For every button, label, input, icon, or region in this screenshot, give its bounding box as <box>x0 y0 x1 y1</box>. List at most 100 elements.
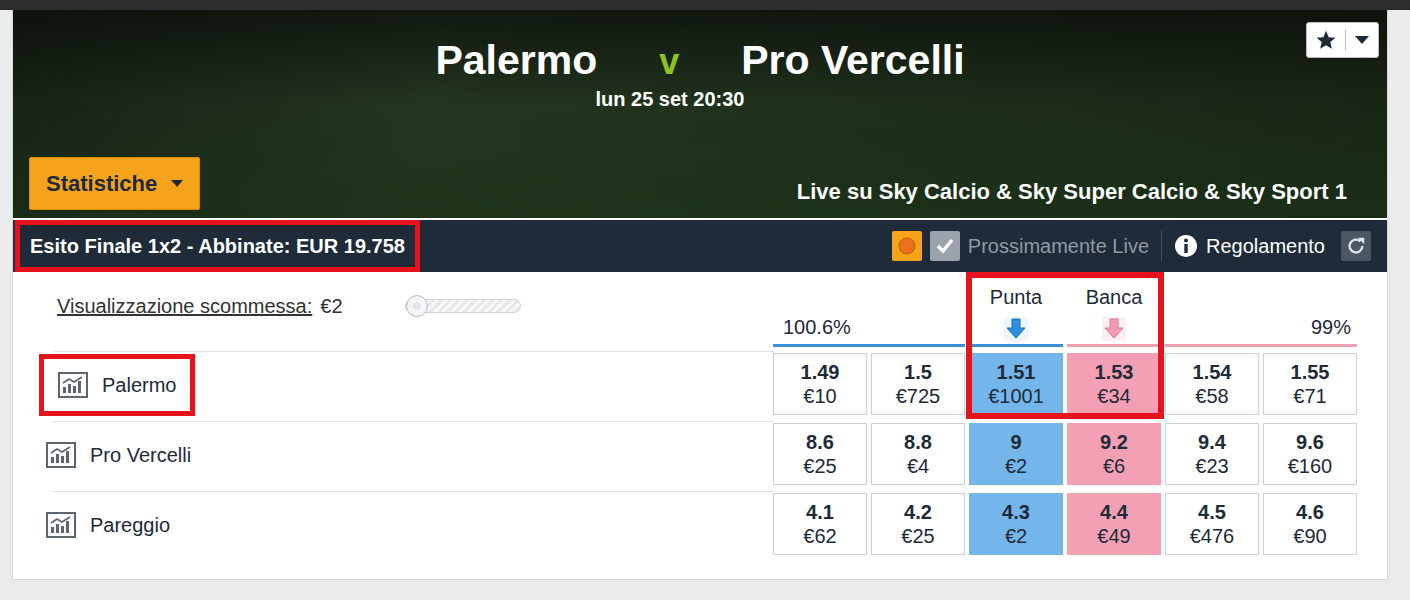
price-amount: €34 <box>1097 384 1130 408</box>
price-amount: €10 <box>803 384 836 408</box>
header-footer: Statistiche Live su Sky Calcio & Sky Supe… <box>13 157 1387 218</box>
runner-name[interactable]: Palermo <box>102 370 176 400</box>
price-cell[interactable]: 4.3€2 <box>969 493 1063 555</box>
price-amount: €725 <box>896 384 941 408</box>
market-bar: Esito Finale 1x2 - Abbinate: EUR 19.758 P… <box>13 220 1387 272</box>
price-odds: 8.6 <box>806 430 834 454</box>
in-play-soon-label: Prossimamente Live <box>968 231 1149 261</box>
divider <box>1345 30 1346 50</box>
price-cell[interactable]: 1.55€71 <box>1263 353 1357 415</box>
price-odds: 9 <box>1010 430 1021 454</box>
price-cell[interactable]: 9.2€6 <box>1067 423 1161 485</box>
price-amount: €1001 <box>988 384 1044 408</box>
price-odds: 4.5 <box>1198 500 1226 524</box>
price-cell[interactable]: 9.6€160 <box>1263 423 1357 485</box>
runner-label: Pro Vercelli <box>39 424 210 486</box>
price-cell[interactable]: 1.54€58 <box>1165 353 1259 415</box>
price-amount: €49 <box>1097 524 1130 548</box>
runner-label: Pareggio <box>39 494 189 556</box>
price-odds: 9.6 <box>1296 430 1324 454</box>
market-title: Esito Finale 1x2 - Abbinate: EUR 19.758 <box>15 220 420 272</box>
runner-name[interactable]: Pro Vercelli <box>90 440 191 470</box>
price-amount: €90 <box>1293 524 1326 548</box>
star-icon <box>1315 29 1337 51</box>
price-cell[interactable]: 8.6€25 <box>773 423 867 485</box>
price-cell[interactable]: 4.1€62 <box>773 493 867 555</box>
divider <box>1161 231 1162 261</box>
caret-icon <box>171 180 183 187</box>
back-percent: 100.6% <box>773 272 965 347</box>
chart-icon[interactable] <box>46 442 76 468</box>
broadcast-info: Live su Sky Calcio & Sky Super Calcio & … <box>797 175 1347 208</box>
price-odds: 4.6 <box>1296 500 1324 524</box>
back-label: Punta <box>990 282 1042 312</box>
price-amount: €58 <box>1195 384 1228 408</box>
price-cell[interactable]: 4.6€90 <box>1263 493 1357 555</box>
home-team: Palermo <box>435 36 597 84</box>
stake-selector: Visualizzazione scommessa:€2 <box>39 272 769 347</box>
price-odds: 9.4 <box>1198 430 1226 454</box>
price-cell[interactable]: 4.4€49 <box>1067 493 1161 555</box>
page: PalermovPro Vercellilun 25 set 20:30 Stat… <box>0 10 1410 580</box>
statistics-label: Statistiche <box>46 167 157 200</box>
in-play-icon <box>892 231 922 261</box>
price-odds: 1.54 <box>1193 360 1232 384</box>
rules-link[interactable]: Regolamento <box>1206 231 1325 261</box>
statistics-button[interactable]: Statistiche <box>29 157 200 210</box>
runner-label: Palermo <box>39 354 195 416</box>
chart-icon[interactable] <box>46 512 76 538</box>
price-odds: 1.53 <box>1095 360 1134 384</box>
price-amount: €6 <box>1103 454 1125 478</box>
away-team: Pro Vercelli <box>741 36 964 84</box>
price-cell[interactable]: 1.5€725 <box>871 353 965 415</box>
market-tools: Prossimamente Live Regolamento <box>892 231 1371 261</box>
price-amount: €160 <box>1288 454 1333 478</box>
event-title: PalermovPro Vercelli <box>13 36 1387 86</box>
price-amount: €4 <box>907 454 929 478</box>
price-amount: €2 <box>1005 524 1027 548</box>
price-odds: 9.2 <box>1100 430 1128 454</box>
price-odds: 8.8 <box>904 430 932 454</box>
stake-slider[interactable] <box>405 299 521 313</box>
back-percent-label: 100.6% <box>783 312 851 342</box>
lay-label: Banca <box>1086 282 1143 312</box>
price-cell[interactable]: 4.2€25 <box>871 493 965 555</box>
price-odds: 1.51 <box>997 360 1036 384</box>
price-cell[interactable]: 1.49€10 <box>773 353 867 415</box>
stake-label[interactable]: Visualizzazione scommessa: <box>57 291 312 321</box>
price-cell[interactable]: 4.5€476 <box>1165 493 1259 555</box>
price-cell[interactable]: 8.8€4 <box>871 423 965 485</box>
lay-percent: 99% <box>1165 272 1357 347</box>
price-odds: 4.2 <box>904 500 932 524</box>
info-icon <box>1174 234 1198 258</box>
slider-thumb[interactable] <box>406 295 428 317</box>
runner-row: Pareggio <box>53 491 773 557</box>
price-cell[interactable]: 1.53€34 <box>1067 353 1161 415</box>
highlight-box <box>966 272 1164 419</box>
price-cell[interactable]: 9.4€23 <box>1165 423 1259 485</box>
price-cell[interactable]: 9€2 <box>969 423 1063 485</box>
price-amount: €25 <box>803 454 836 478</box>
price-odds: 1.55 <box>1291 360 1330 384</box>
check-icon[interactable] <box>930 231 960 261</box>
favourite-button[interactable] <box>1306 22 1379 58</box>
price-odds: 4.4 <box>1100 500 1128 524</box>
lay-percent-label: 99% <box>1311 312 1351 342</box>
price-odds: 1.5 <box>904 360 932 384</box>
runner-row: Pro Vercelli <box>53 421 773 487</box>
price-amount: €23 <box>1195 454 1228 478</box>
runner-name[interactable]: Pareggio <box>90 510 170 540</box>
price-cell[interactable]: 1.51€1001 <box>969 353 1063 415</box>
price-odds: 4.3 <box>1002 500 1030 524</box>
back-arrow-icon <box>1003 316 1029 342</box>
refresh-icon[interactable] <box>1341 231 1371 261</box>
event-datetime: lun 25 set 20:30 <box>0 86 1387 112</box>
lay-arrow-icon <box>1101 316 1127 342</box>
lay-header: Banca <box>1067 272 1161 347</box>
price-amount: €71 <box>1293 384 1326 408</box>
dropdown-icon <box>1354 34 1370 46</box>
chart-icon[interactable] <box>58 372 88 398</box>
price-amount: €2 <box>1005 454 1027 478</box>
price-odds: 1.49 <box>801 360 840 384</box>
price-amount: €62 <box>803 524 836 548</box>
